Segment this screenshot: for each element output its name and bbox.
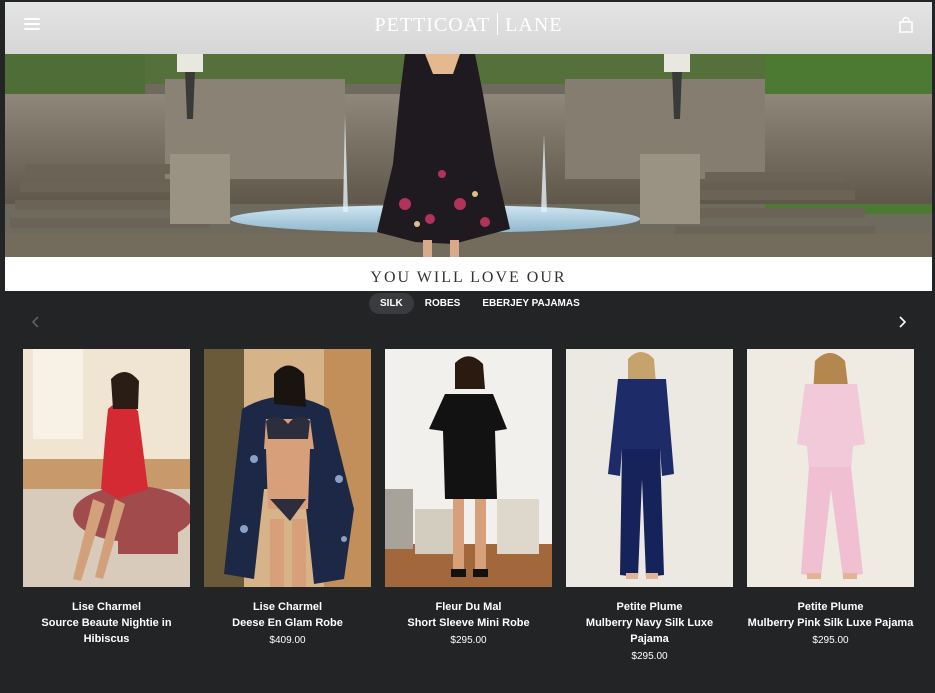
hero-banner-image[interactable] xyxy=(5,54,932,257)
product-info: Lise Charmel Deese En Glam Robe $409.00 xyxy=(204,599,371,649)
product-image[interactable] xyxy=(23,349,190,587)
product-info: Petite Plume Mulberry Pink Silk Luxe Paj… xyxy=(747,599,914,649)
product-brand: Lise Charmel xyxy=(252,601,323,613)
product-brand: Petite Plume xyxy=(616,601,683,613)
product-info: Lise Charmel Source Beaute Nightie in Hi… xyxy=(23,599,190,647)
section-heading-bar: YOU WILL LOVE OUR xyxy=(5,257,932,291)
product-image[interactable] xyxy=(566,349,733,587)
product-name[interactable]: Source Beaute Nightie in Hibiscus xyxy=(23,615,190,647)
product-name[interactable]: Mulberry Pink Silk Luxe Pajama xyxy=(747,615,914,631)
product-price: $409.00 xyxy=(269,635,306,646)
tab-eberjey-pajamas[interactable]: EBERJEY PAJAMAS xyxy=(471,293,590,314)
chevron-left-icon[interactable] xyxy=(29,314,43,330)
site-logo[interactable]: PETTICOAT LANE xyxy=(5,13,932,37)
product-image[interactable] xyxy=(204,349,371,587)
product-price: $295.00 xyxy=(812,635,849,646)
hero-scene xyxy=(5,54,932,257)
product-name[interactable]: Deese En Glam Robe xyxy=(204,615,371,631)
product-brand: Petite Plume xyxy=(797,601,864,613)
category-tabs: SILK ROBES EBERJEY PAJAMAS xyxy=(369,292,591,314)
chevron-right-icon[interactable] xyxy=(895,314,909,330)
site-header: PETTICOAT LANE xyxy=(5,2,932,54)
product-name[interactable]: Short Sleeve Mini Robe xyxy=(385,615,552,631)
product-price: $295.00 xyxy=(450,635,487,646)
product-price: $295.00 xyxy=(631,651,668,662)
section-title: YOU WILL LOVE OUR xyxy=(370,269,567,286)
product-card[interactable]: Fleur Du Mal Short Sleeve Mini Robe $295… xyxy=(385,349,552,649)
logo-text-left: PETTICOAT xyxy=(374,14,491,36)
logo-divider xyxy=(497,13,499,35)
product-image[interactable] xyxy=(747,349,914,587)
product-card[interactable]: Petite Plume Mulberry Pink Silk Luxe Paj… xyxy=(747,349,914,649)
product-info: Petite Plume Mulberry Navy Silk Luxe Paj… xyxy=(566,599,733,665)
page: PETTICOAT LANE YOU WILL LOVE OUR SILK RO… xyxy=(0,0,935,693)
shopping-bag-icon[interactable] xyxy=(898,17,914,33)
product-brand: Lise Charmel xyxy=(71,601,142,613)
product-info: Fleur Du Mal Short Sleeve Mini Robe $295… xyxy=(385,599,552,649)
tab-silk[interactable]: SILK xyxy=(369,292,414,314)
product-card[interactable]: Lise Charmel Deese En Glam Robe $409.00 xyxy=(204,349,371,649)
logo-text-right: LANE xyxy=(505,14,563,36)
product-card[interactable]: Petite Plume Mulberry Navy Silk Luxe Paj… xyxy=(566,349,733,665)
tab-robes[interactable]: ROBES xyxy=(414,293,472,314)
product-brand: Fleur Du Mal xyxy=(435,601,502,613)
product-card[interactable]: Lise Charmel Source Beaute Nightie in Hi… xyxy=(23,349,190,647)
product-image[interactable] xyxy=(385,349,552,587)
product-name[interactable]: Mulberry Navy Silk Luxe Pajama xyxy=(566,615,733,647)
